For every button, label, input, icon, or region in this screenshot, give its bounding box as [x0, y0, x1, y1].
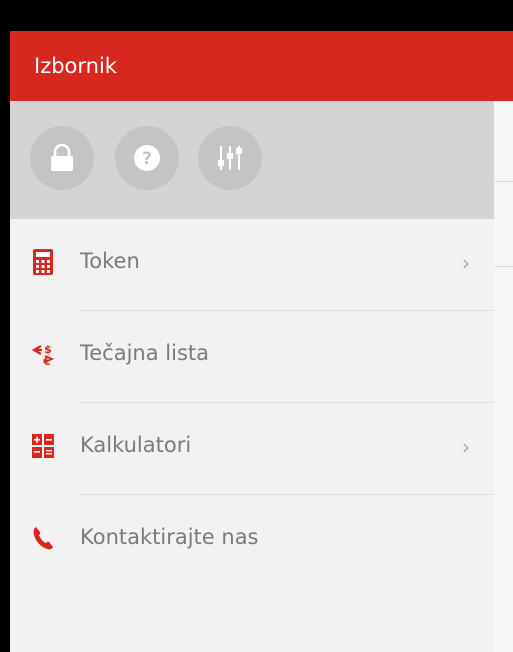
chevron-right-icon: ›	[462, 435, 470, 459]
menu-item-calculators[interactable]: Kalkulatori ›	[10, 403, 494, 495]
menu-item-label: Token	[80, 249, 140, 273]
phone-icon	[32, 523, 54, 553]
drawer-header: Izbornik	[10, 31, 494, 101]
app-screen: Izbornik ? Token › $ € Tečajna lista Kal…	[10, 31, 513, 652]
quick-actions-bar: ?	[10, 101, 494, 219]
help-icon: ?	[132, 143, 162, 173]
navigation-drawer: Izbornik ? Token › $ € Tečajna lista Kal…	[10, 31, 494, 652]
calculators-icon	[32, 431, 54, 461]
background-divider	[495, 181, 513, 182]
menu-item-contact[interactable]: Kontaktirajte nas	[10, 495, 494, 587]
lock-icon	[49, 143, 75, 173]
menu-item-label: Tečajna lista	[80, 341, 209, 365]
menu-item-label: Kontaktirajte nas	[80, 525, 259, 549]
settings-button[interactable]	[198, 126, 262, 190]
drawer-menu: Token › $ € Tečajna lista Kalkulatori › …	[10, 219, 494, 587]
menu-item-exchange-rates[interactable]: $ € Tečajna lista	[10, 311, 494, 403]
background-divider	[495, 266, 513, 267]
help-button[interactable]: ?	[115, 126, 179, 190]
lock-button[interactable]	[30, 126, 94, 190]
menu-item-token[interactable]: Token ›	[10, 219, 494, 311]
currency-exchange-icon: $ €	[32, 339, 54, 369]
svg-text:?: ?	[142, 149, 152, 169]
drawer-title: Izbornik	[34, 54, 117, 78]
calculator-icon	[32, 247, 54, 277]
menu-item-label: Kalkulatori	[80, 433, 192, 457]
chevron-right-icon: ›	[462, 251, 470, 275]
settings-sliders-icon	[214, 142, 246, 174]
